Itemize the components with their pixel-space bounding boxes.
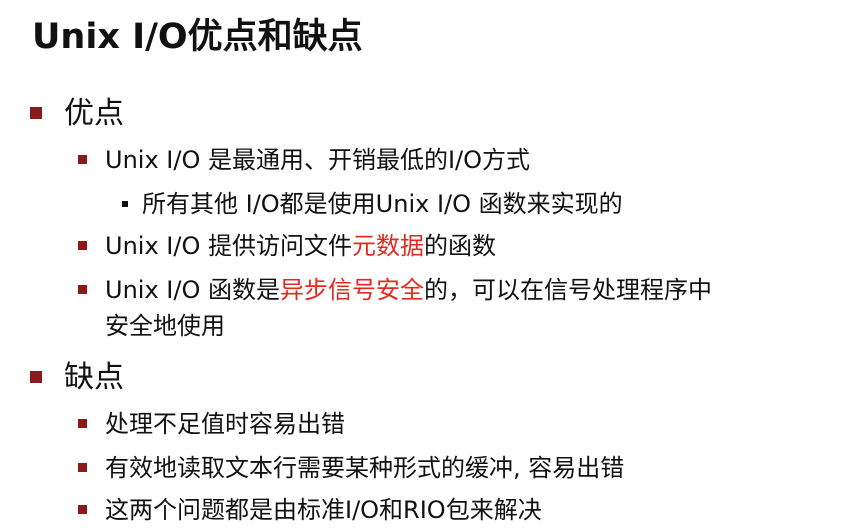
slide: Unix I/O优点和缺点 优点 Unix I/O 是最通用、开销最低的I/O方… [0,0,854,532]
pros-subitem-text: 所有其他 I/O都是使用Unix I/O 函数来实现的 [142,190,623,218]
bullet-square-icon [78,241,87,250]
pros-heading-label: 优点 [64,96,124,131]
bullet-square-icon [78,285,87,294]
cons-heading: 缺点 [30,356,124,400]
pros-item-metadata: Unix I/O 提供访问文件元数据的函数 [78,228,496,264]
pros-item-text-after: 的函数 [423,232,496,260]
slide-title: Unix I/O优点和缺点 [32,17,363,57]
bullet-square-icon [30,371,42,383]
pros-item-signal-safe: Unix I/O 函数是异步信号安全的，可以在信号处理程序中 安全地使用 [78,272,712,344]
cons-item: 处理不足值时容易出错 [78,406,345,442]
pros-item-highlight: 异步信号安全 [279,276,424,304]
cons-item: 有效地读取文本行需要某种形式的缓冲, 容易出错 [78,450,624,486]
pros-item-text-before: Unix I/O 提供访问文件 [105,232,352,260]
pros-item-text-before: Unix I/O 函数是 [105,276,280,304]
bullet-dot-icon [122,201,128,207]
cons-item-text: 这两个问题都是由标准I/O和RIO包来解决 [105,496,542,524]
bullet-square-icon [78,155,87,164]
pros-item-highlight: 元数据 [351,232,424,260]
bullet-square-icon [78,505,87,514]
pros-heading: 优点 [30,92,124,136]
bullet-square-icon [78,463,87,472]
cons-item-text: 处理不足值时容易出错 [105,410,345,438]
cons-heading-label: 缺点 [64,360,124,395]
cons-item-text: 有效地读取文本行需要某种形式的缓冲, 容易出错 [105,454,625,482]
bullet-square-icon [30,107,42,119]
pros-item-text-after: 的，可以在信号处理程序中 [423,276,712,304]
cons-item: 这两个问题都是由标准I/O和RIO包来解决 [78,492,542,528]
pros-item-text: Unix I/O 是最通用、开销最低的I/O方式 [105,146,531,174]
pros-item-general: Unix I/O 是最通用、开销最低的I/O方式 [78,142,530,178]
bullet-square-icon [78,419,87,428]
pros-subitem-implementation: 所有其他 I/O都是使用Unix I/O 函数来实现的 [122,186,623,222]
pros-item-continuation: 安全地使用 [105,312,225,340]
